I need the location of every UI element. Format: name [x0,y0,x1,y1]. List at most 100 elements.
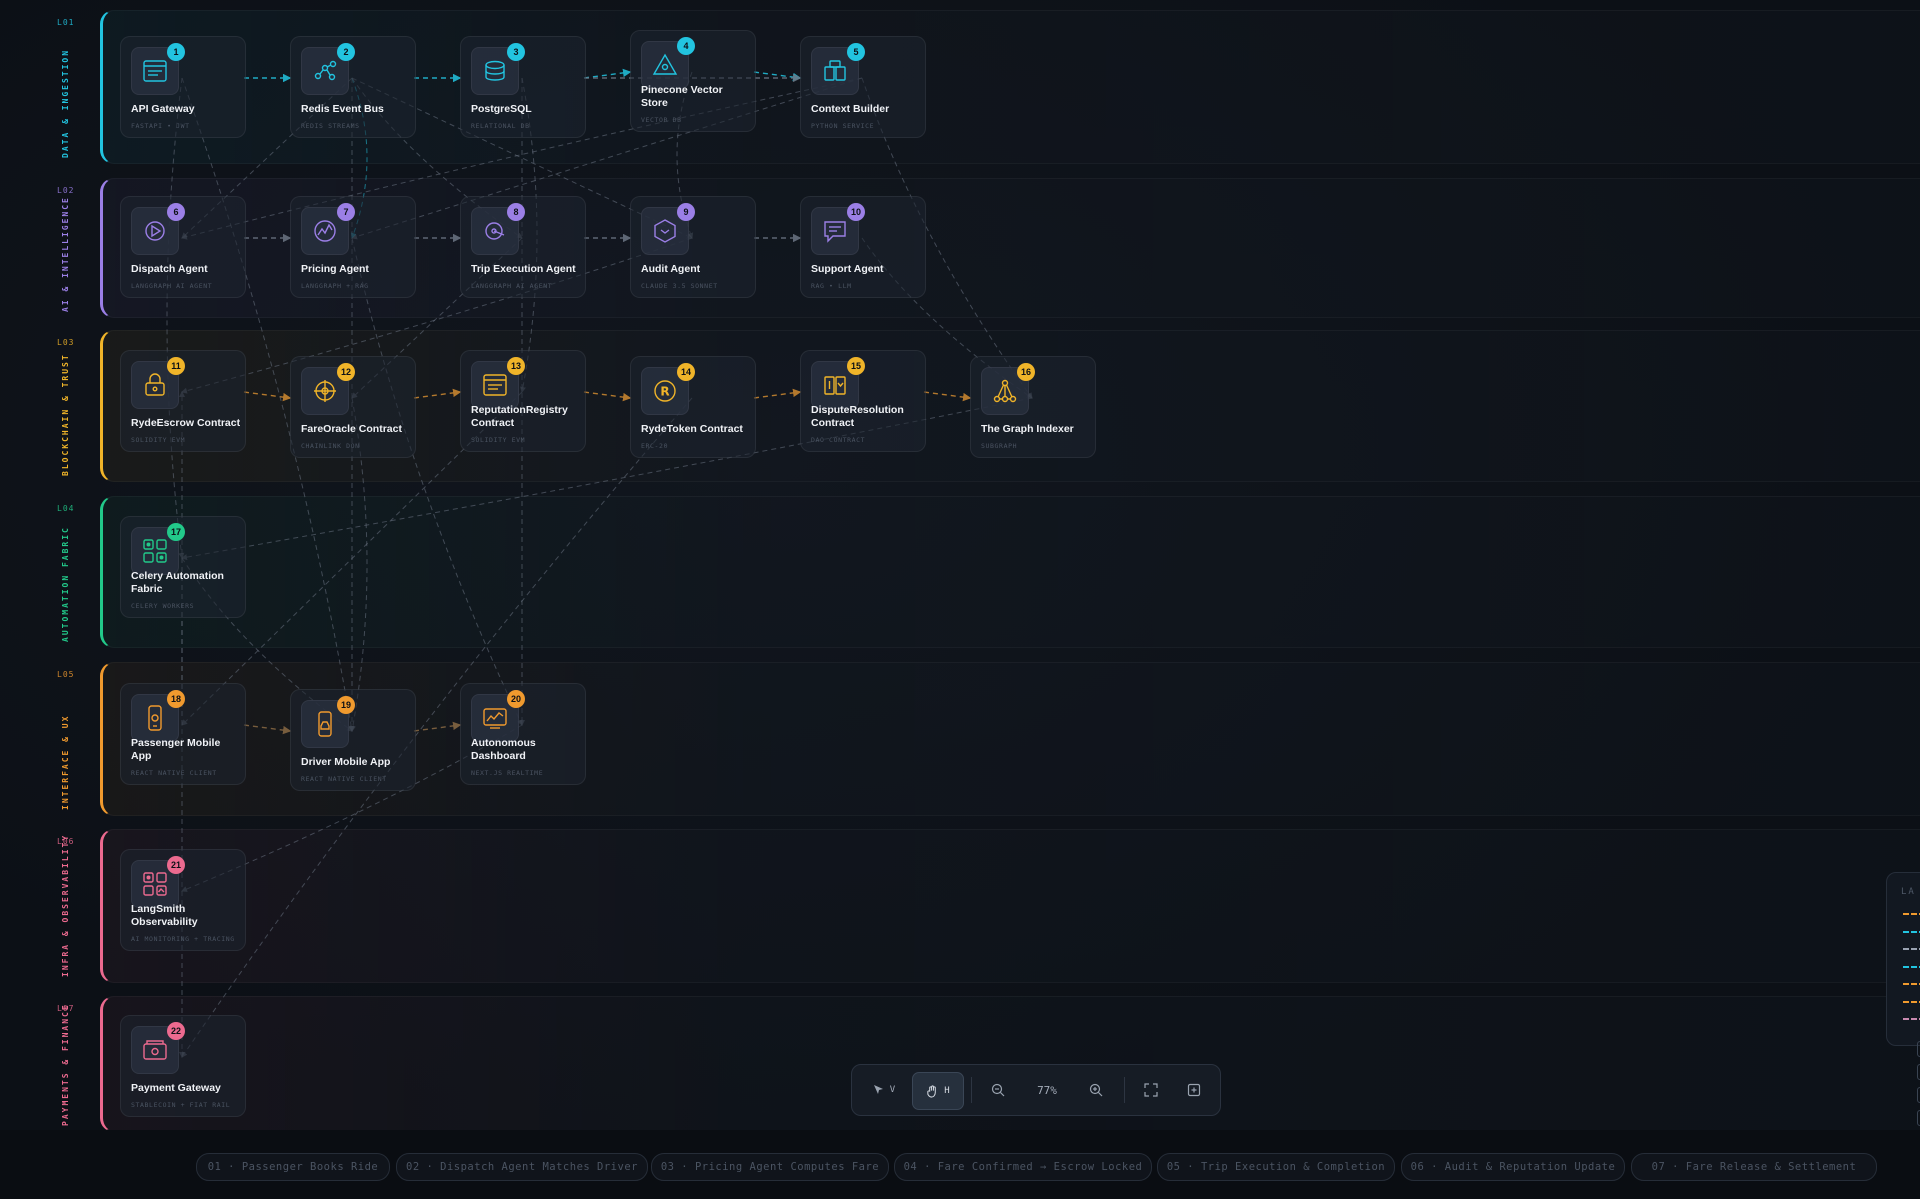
legend-line-sample [1903,948,1920,950]
node-card[interactable]: 3 PostgreSQL RELATIONAL DB [460,36,586,138]
node-title: Pinecone Vector Store [641,84,723,109]
node-subtitle: ERC-20 [641,442,669,450]
zoom-level: 77% [1037,1083,1057,1097]
node-number-badge: 9 [677,203,695,221]
node-title: Context Builder [811,102,890,115]
node-subtitle: SOLIDITY EVM [471,436,526,444]
node-subtitle: FASTAPI • JWT [131,122,190,130]
node-card[interactable]: 7 Pricing Agent LANGGRAPH + RAG [290,196,416,298]
node-number-badge: 17 [167,523,185,541]
node-subtitle: REDIS STREAMS [301,122,360,130]
step-chip[interactable]: 01 · Passenger Books Ride [196,1153,390,1181]
node-subtitle: RELATIONAL DB [471,122,530,130]
select-tool-button[interactable]: V [862,1072,906,1108]
edge [413,721,462,732]
diagram-canvas[interactable]: L01 DATA & INGESTION L02 AI & INTELLIGENCE L… [0,0,1920,1130]
node-card[interactable]: 10 Support Agent RAG • LLM [800,196,926,298]
edge [923,391,972,402]
node-number-badge: 10 [847,203,865,221]
node-subtitle: VECTOR DB [641,116,682,124]
node-card[interactable]: 15 DisputeResolution Contract DAO CONTRACT [800,350,926,452]
node-card[interactable]: 8 Trip Execution Agent LANGGRAPH AI AGENT [460,196,586,298]
node-title: Passenger Mobile App [131,737,221,762]
node-title: API Gateway [131,102,195,115]
canvas-toolbar: V H 77% [851,1064,1221,1116]
pan-tool-button[interactable]: H [912,1072,964,1110]
node-number-badge: 18 [167,690,185,708]
edge [166,77,185,559]
node-card[interactable]: 12 FareOracle Contract CHAINLINK DON [290,356,416,458]
step-chip[interactable]: 07 · Fare Release & Settlement [1631,1153,1877,1181]
node-card[interactable]: 4 Pinecone Vector Store VECTOR DB [630,30,756,132]
node-number-badge: 7 [337,203,355,221]
node-title: The Graph Indexer [981,422,1074,435]
zoom-out-icon [991,1083,1005,1097]
step-chip[interactable]: 02 · Dispatch Agent Matches Driver [396,1153,648,1181]
legend-line-sample [1903,983,1920,985]
hand-icon [927,1084,937,1098]
node-subtitle: CHAINLINK DON [301,442,360,450]
edge [753,71,802,82]
node-card[interactable]: 2 Redis Event Bus REDIS STREAMS [290,36,416,138]
node-number-badge: 4 [677,37,695,55]
node-subtitle: SOLIDITY EVM [131,436,186,444]
node-subtitle: NEXT.JS REALTIME [471,769,544,777]
edge [351,77,863,240]
zoom-in-button[interactable] [1078,1072,1114,1108]
step-chip[interactable]: 03 · Pricing Agent Computes Fare [651,1153,889,1181]
step-chip[interactable]: 05 · Trip Execution & Completion [1157,1153,1395,1181]
node-card[interactable]: 6 Dispatch Agent LANGGRAPH AI AGENT [120,196,246,298]
step-chip[interactable]: 06 · Audit & Reputation Update [1401,1153,1625,1181]
node-number-badge: 22 [167,1022,185,1040]
node-card[interactable]: 22 Payment Gateway STABLECOIN + FIAT RAIL [120,1015,246,1117]
node-number-badge: 1 [167,43,185,61]
node-card[interactable]: 13 ReputationRegistry Contract SOLIDITY EV… [460,350,586,452]
node-subtitle: STABLECOIN + FIAT RAIL [131,1101,231,1109]
node-card[interactable]: 16 The Graph Indexer SUBGRAPH [970,356,1096,458]
add-node-button[interactable] [1176,1072,1212,1108]
legend-line-sample [1903,1018,1920,1020]
edge [243,724,292,735]
edge [583,391,632,402]
node-title: FareOracle Contract [301,422,402,435]
node-card[interactable]: 1 API Gateway FASTAPI • JWT [120,36,246,138]
node-number-badge: 3 [507,43,525,61]
node-card[interactable]: 20 Autonomous Dashboard NEXT.JS REALTIME [460,683,586,785]
fit-view-button[interactable] [1133,1072,1169,1108]
add-box-icon [1187,1083,1201,1097]
node-card[interactable]: 17 Celery Automation Fabric CELERY WORKERS [120,516,246,618]
node-card[interactable]: 5 Context Builder PYTHON SERVICE [800,36,926,138]
node-subtitle: RAG • LLM [811,282,852,290]
zoom-out-button[interactable] [980,1072,1016,1108]
node-number-badge: 14 [677,363,695,381]
node-title: Payment Gateway [131,1081,221,1094]
node-title: Dispatch Agent [131,262,208,275]
legend-title: LA [1901,887,1916,897]
node-number-badge: 21 [167,856,185,874]
node-title: PostgreSQL [471,102,532,115]
node-number-badge: 15 [847,357,865,375]
node-subtitle: REACT NATIVE CLIENT [301,775,387,783]
svg-text:R: R [660,385,669,399]
node-card[interactable]: R 14 RydeToken Contract ERC-20 [630,356,756,458]
node-card[interactable]: 19 Driver Mobile App REACT NATIVE CLIENT [290,689,416,791]
node-card[interactable]: 9 Audit Agent CLAUDE 3.5 SONNET [630,196,756,298]
node-title: Celery Automation Fabric [131,570,224,595]
node-title: Audit Agent [641,262,701,275]
node-card[interactable]: 11 RydeEscrow Contract SOLIDITY EVM [120,350,246,452]
node-subtitle: REACT NATIVE CLIENT [131,769,217,777]
node-card[interactable]: 21 LangSmith Observability AI MONITORING +… [120,849,246,951]
cursor-icon [873,1085,883,1094]
step-chip[interactable]: 04 · Fare Confirmed → Escrow Locked [894,1153,1152,1181]
node-subtitle: LANGGRAPH AI AGENT [131,282,213,290]
node-number-badge: 5 [847,43,865,61]
node-card[interactable]: 18 Passenger Mobile App REACT NATIVE CLIEN… [120,683,246,785]
node-number-badge: 13 [507,357,525,375]
node-title: Trip Execution Agent [471,262,576,275]
node-subtitle: PYTHON SERVICE [811,122,875,130]
node-number-badge: 16 [1017,363,1035,381]
legend-panel[interactable]: LA [1886,872,1920,1126]
node-title: Support Agent [811,262,884,275]
node-subtitle: CELERY WORKERS [131,602,195,610]
node-title: ReputationRegistry Contract [471,404,568,429]
